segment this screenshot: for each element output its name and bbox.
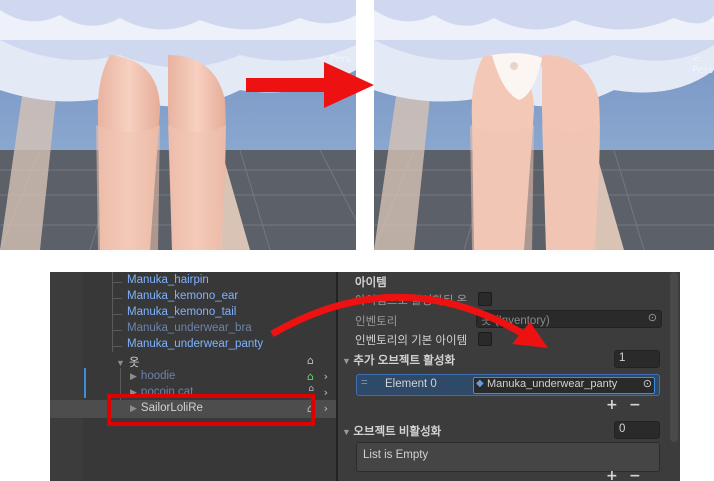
tree-guide: [112, 272, 113, 352]
expand-down-icon[interactable]: ▼: [116, 358, 125, 368]
empty-list-text: List is Empty: [363, 449, 429, 461]
scene-view-after: < Pers: [374, 0, 714, 250]
scene-gizmo-label: < Pers: [692, 54, 714, 76]
foldout-label: 오브젝트 비활성화: [353, 426, 442, 438]
hierarchy-item-hoodie[interactable]: ▶ hoodie: [130, 370, 175, 382]
foldout-down-icon[interactable]: ▼: [342, 427, 353, 437]
hierarchy-blue-marker: [84, 384, 86, 398]
remove-objects-header[interactable]: ▼ 오브젝트 비활성화: [342, 423, 441, 439]
hanger-icon: ⌂: [308, 384, 314, 394]
add-element-button-2[interactable]: +: [606, 468, 618, 481]
tree-guide: [112, 298, 122, 299]
hierarchy-item-underwear-panty[interactable]: Manuka_underwear_panty: [127, 338, 263, 350]
tree-guide: [112, 346, 122, 347]
hierarchy-item-kemono-tail[interactable]: Manuka_kemono_tail: [127, 306, 236, 318]
hierarchy-item-underwear-bra[interactable]: Manuka_underwear_bra: [127, 322, 252, 334]
object-picker-icon[interactable]: ⊙: [643, 377, 652, 390]
inventory-object-field[interactable]: 옷 (Inventory) ⊙: [476, 310, 662, 328]
avatar-render-after: [374, 0, 714, 250]
inspector-scrollbar[interactable]: [670, 272, 678, 442]
default-equip-label: 아이템으로 활성화된 온: [355, 295, 468, 307]
add-objects-size-field[interactable]: 1: [614, 350, 660, 368]
section-title: 아이템: [355, 277, 387, 289]
tree-guide: [112, 282, 122, 283]
remove-element-button[interactable]: −: [629, 397, 641, 413]
expand-right-icon[interactable]: ▶: [130, 371, 137, 381]
base-item-checkbox[interactable]: [478, 332, 492, 346]
remove-element-button-2[interactable]: −: [629, 468, 641, 481]
hierarchy-blue-marker: [84, 368, 86, 384]
inventory-value: 옷 (Inventory): [481, 315, 550, 327]
base-item-label: 인벤토리의 기본 아이템: [355, 335, 468, 347]
inspector-panel: 아이템 아이템으로 활성화된 온 인벤토리 옷 (Inventory) ⊙ 인벤…: [338, 272, 680, 481]
hierarchy-item-kemono-ear[interactable]: Manuka_kemono_ear: [127, 290, 238, 302]
chevron-right-icon[interactable]: ›: [324, 386, 328, 399]
default-equip-checkbox[interactable]: [478, 292, 492, 306]
chevron-right-icon[interactable]: ›: [324, 370, 328, 383]
size-value: 1: [619, 352, 626, 364]
foldout-down-icon[interactable]: ▼: [342, 356, 353, 366]
unity-editor-panel: Manuka_hairpin Manuka_kemono_ear Manuka_…: [50, 272, 680, 481]
hanger-icon: ⌂: [307, 354, 314, 367]
foldout-label: 추가 오브젝트 활성화: [353, 355, 456, 367]
tree-guide: [112, 330, 122, 331]
avatar-render-before: [0, 0, 356, 250]
hierarchy-item-hairpin[interactable]: Manuka_hairpin: [127, 274, 209, 286]
highlight-box: [107, 394, 315, 426]
chevron-right-icon[interactable]: ›: [324, 402, 328, 415]
element-value: Manuka_underwear_panty: [487, 378, 618, 390]
scene-view-before: < Pers: [0, 0, 356, 250]
prefab-cube-icon: ◆: [476, 378, 484, 389]
list-element-row[interactable]: = Element 0 ◆ Manuka_underwear_panty ⊙: [356, 374, 660, 396]
hierarchy-item-label: 옷: [128, 357, 140, 369]
tree-guide: [112, 314, 122, 315]
hierarchy-gutter: [50, 272, 83, 481]
object-picker-icon[interactable]: ⊙: [648, 311, 657, 324]
hierarchy-item-label: hoodie: [140, 370, 176, 382]
red-arrow-right: [246, 62, 374, 108]
size-value: 0: [619, 423, 626, 435]
inventory-label: 인벤토리: [355, 316, 398, 328]
hierarchy-panel: Manuka_hairpin Manuka_kemono_ear Manuka_…: [50, 272, 336, 481]
add-element-button[interactable]: +: [606, 397, 618, 413]
hanger-icon: ⌂: [307, 370, 314, 383]
element-label: Element 0: [385, 378, 437, 390]
hierarchy-item-clothes[interactable]: ▼ 옷: [116, 354, 140, 370]
drag-handle-icon[interactable]: =: [361, 377, 368, 389]
element-object-field[interactable]: ◆ Manuka_underwear_panty ⊙: [473, 377, 655, 394]
remove-objects-size-field[interactable]: 0: [614, 421, 660, 439]
add-objects-header[interactable]: ▼ 추가 오브젝트 활성화: [342, 352, 455, 368]
